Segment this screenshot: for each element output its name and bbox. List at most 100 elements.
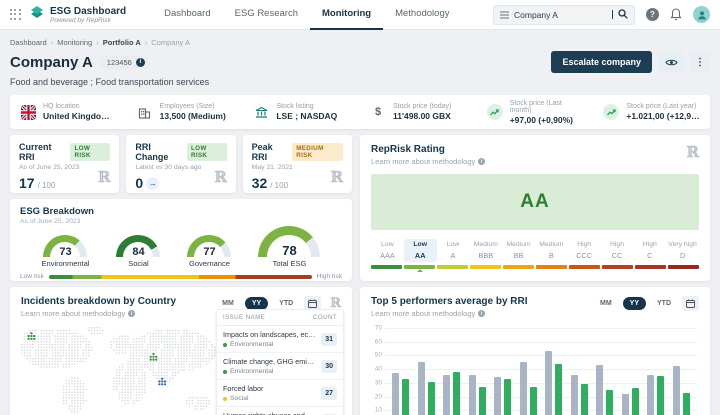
toggle-mm[interactable]: MM xyxy=(593,297,619,310)
main-nav: DashboardESG ResearchMonitoringMethodolo… xyxy=(152,0,461,30)
info-item-stock-listing: Stock listingLSE ; NASDAQ xyxy=(243,95,360,129)
rating-grade-d[interactable]: Very high D xyxy=(666,239,699,262)
issue-row[interactable]: Impacts on landscapes, ecosystems an...E… xyxy=(217,326,343,353)
rating-scale: LowAAALowAALowAMediumBBBMediumBBMediumBH… xyxy=(371,239,699,262)
user-avatar[interactable] xyxy=(693,6,710,23)
rating-grade-b[interactable]: MediumB xyxy=(535,239,568,262)
gauge-social: 84 Social xyxy=(116,235,160,268)
issue-row[interactable]: Human rights abuses and corporate co...S… xyxy=(217,407,343,415)
reprisk-rating-card: RepRisk Rating Learn more about methodol… xyxy=(360,135,710,281)
building-icon xyxy=(137,106,153,119)
rating-bar-segment xyxy=(668,265,699,269)
gauge-label: Environmental xyxy=(42,259,90,268)
rating-grade-aa[interactable]: LowAA xyxy=(404,239,437,262)
reprisk-watermark: ℝ xyxy=(98,168,110,186)
nav-item-esg-research[interactable]: ESG Research xyxy=(223,0,310,30)
breadcrumb-company-a[interactable]: Company A xyxy=(151,38,190,47)
bar-group-11 xyxy=(647,375,664,415)
top5-methodology-link[interactable]: Learn more about methodologyi xyxy=(371,309,528,318)
search-icon[interactable] xyxy=(618,6,628,24)
rri-card-title: RRI Change xyxy=(135,142,183,162)
rating-grade-bb[interactable]: MediumBB xyxy=(502,239,535,262)
gauge-value: 77 xyxy=(187,246,231,257)
uk-flag-icon xyxy=(20,105,36,120)
watch-eye-button[interactable] xyxy=(658,51,684,73)
breadcrumb-dashboard[interactable]: Dashboard xyxy=(10,38,47,47)
help-icon[interactable]: ? xyxy=(646,8,659,21)
notifications-bell-icon[interactable] xyxy=(670,8,682,21)
info-value: 13,500 (Medium) xyxy=(160,111,226,121)
issue-name: Human rights abuses and corporate co... xyxy=(223,411,317,415)
bar-group-6 xyxy=(520,362,537,415)
rating-grade-a[interactable]: LowA xyxy=(437,239,470,262)
rating-grade-label: AA xyxy=(404,251,437,260)
peers-average-bar xyxy=(392,373,399,415)
esg-gauges: 73Environmental84Social77Governance78Tot… xyxy=(20,226,342,268)
top5-title: Top 5 performers average by RRI xyxy=(371,296,528,307)
reprisk-logo-icon xyxy=(29,5,45,24)
gauge-governance: 77Governance xyxy=(187,235,231,268)
breadcrumb-portfolio-a[interactable]: Portfolio A xyxy=(103,38,141,47)
rating-grade-ccc[interactable]: HighCCC xyxy=(568,239,601,262)
rating-grade-bbb[interactable]: MediumBBB xyxy=(469,239,502,262)
issue-row[interactable]: Forced laborSocial27 xyxy=(217,380,343,407)
risk-badge: MEDIUM RISK xyxy=(292,143,343,161)
escalate-company-button[interactable]: Escalate company xyxy=(551,51,652,73)
logo[interactable]: ESG Dashboard Powered by RepRisk xyxy=(29,5,126,24)
rating-grade-aaa[interactable]: LowAAA xyxy=(371,239,404,262)
nav-item-methodology[interactable]: Methodology xyxy=(383,0,461,30)
issue-row[interactable]: Climate change, GHG emissions, and gl...… xyxy=(217,353,343,380)
search-value: Company A xyxy=(514,10,606,20)
text-cursor xyxy=(612,10,613,19)
rating-grade-label: D xyxy=(666,251,699,260)
info-item-hq-location: HQ locationUnited Kingdom of Great... xyxy=(10,95,127,129)
rating-grade-c[interactable]: HighC xyxy=(633,239,666,262)
rri-change-card: RRI ChangeLOW RISKLatest vs 30 days ago0… xyxy=(126,135,235,193)
esg-breakdown-date: As of June 25, 2023 xyxy=(20,218,342,225)
info-label: Employees (Size) xyxy=(160,103,226,110)
gauge-label: Social xyxy=(116,259,160,268)
info-value: +97,00 (+0,90%) xyxy=(510,115,584,125)
incidents-methodology-link[interactable]: Learn more about methodologyi xyxy=(21,309,176,318)
filter-menu-icon[interactable] xyxy=(500,6,509,24)
rating-risk-label: Very high xyxy=(666,241,699,248)
info-label: Stock price (Last month) xyxy=(510,100,584,114)
info-value: +1.021,00 (+12,95%) xyxy=(626,111,700,121)
high-risk-label: High risk xyxy=(317,273,342,280)
bar-group-2 xyxy=(418,362,435,415)
rating-methodology-link[interactable]: Learn more about methodologyi xyxy=(371,157,699,166)
reprisk-watermark: ℝ xyxy=(214,168,226,186)
info-icon[interactable]: i xyxy=(136,58,145,67)
rating-grade-cc[interactable]: HighCC xyxy=(601,239,634,262)
rating-marker xyxy=(417,269,423,272)
issue-count: 27 xyxy=(321,387,337,400)
company-search-input[interactable]: Company A xyxy=(493,5,635,25)
gauge-environmental: 73Environmental xyxy=(42,235,90,268)
kebab-menu-button[interactable]: ⋮ xyxy=(690,51,710,73)
toggle-yy[interactable]: YY xyxy=(623,297,646,310)
app-launcher-icon[interactable] xyxy=(10,9,21,20)
issue-name: Impacts on landscapes, ecosystems an... xyxy=(223,330,317,339)
peers-average-bar xyxy=(494,377,501,415)
breadcrumb-separator: › xyxy=(145,38,148,47)
esg-breakdown-title: ESG Breakdown xyxy=(20,206,342,217)
bar-group-1 xyxy=(392,373,409,415)
reprisk-rating-title: RepRisk Rating xyxy=(371,144,699,155)
info-item-stock-price-last-year-: Stock price (Last year)+1.021,00 (+12,95… xyxy=(593,95,710,129)
rating-grade-label: A xyxy=(437,251,470,260)
rating-grade-label: C xyxy=(633,251,666,260)
trend-flat-arrow-icon: → xyxy=(146,177,159,190)
rri-scale-suffix: / 100 xyxy=(38,181,56,190)
nav-item-monitoring[interactable]: Monitoring xyxy=(310,0,383,30)
bar-group-7 xyxy=(545,351,562,415)
calendar-icon[interactable] xyxy=(682,296,699,311)
rri-card-title: Peak RRI xyxy=(252,142,289,162)
nav-item-dashboard[interactable]: Dashboard xyxy=(152,0,222,30)
toggle-ytd[interactable]: YTD xyxy=(650,297,678,310)
breadcrumb-monitoring[interactable]: Monitoring xyxy=(57,38,92,47)
peers-average-bar xyxy=(469,375,476,415)
gauge-value: 84 xyxy=(116,246,160,257)
bar-group-4 xyxy=(469,375,486,415)
y-axis-tick: 10 xyxy=(375,407,382,414)
rating-bar-segment xyxy=(503,265,534,269)
